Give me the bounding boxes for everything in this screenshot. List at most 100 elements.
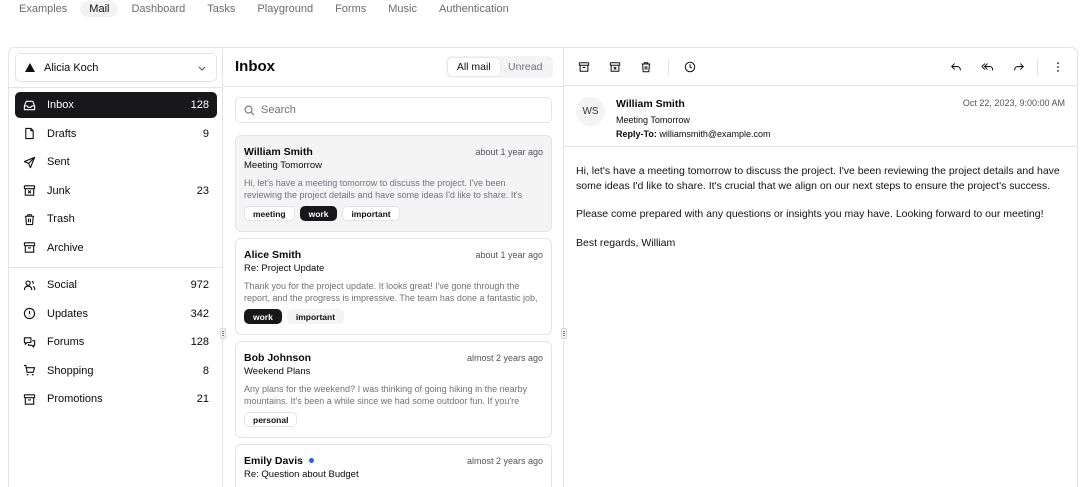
sidebar-item-count: 21 bbox=[196, 393, 209, 406]
sidebar-item-label: Shopping bbox=[47, 364, 94, 377]
toolbar-divider bbox=[1037, 58, 1038, 76]
mail-header: WS William Smith Meeting Tomorrow Reply-… bbox=[564, 86, 1077, 147]
sidebar-item-social[interactable]: Social 972 bbox=[15, 272, 217, 298]
sidebar-item-label: Forums bbox=[47, 336, 85, 349]
divider bbox=[9, 267, 223, 268]
search-input[interactable] bbox=[261, 104, 531, 116]
sidebar-item-forums[interactable]: Forums 128 bbox=[15, 329, 217, 355]
sidebar-item-label: Inbox bbox=[47, 99, 74, 111]
mail-paragraph: Hi, let's have a meeting tomorrow to dis… bbox=[576, 165, 1060, 192]
send-icon bbox=[23, 156, 36, 169]
sidebar-item-archive[interactable]: Archive bbox=[15, 235, 217, 261]
mail-list-item[interactable]: Emily Davis almost 2 years ago Re: Quest… bbox=[235, 444, 552, 487]
sidebar-item-count: 128 bbox=[190, 336, 209, 349]
mail-list-item[interactable]: William Smith about 1 year ago Meeting T… bbox=[235, 135, 552, 232]
mail-display: WS William Smith Meeting Tomorrow Reply-… bbox=[564, 48, 1077, 487]
sidebar-item-count: 23 bbox=[196, 184, 209, 197]
forward-button[interactable] bbox=[1011, 59, 1027, 75]
more-options-button[interactable] bbox=[1050, 59, 1066, 75]
label-badge: work bbox=[299, 206, 338, 221]
nav-tasks[interactable]: Tasks bbox=[198, 1, 244, 17]
snooze-button[interactable] bbox=[682, 59, 698, 75]
sidebar-item-count: 128 bbox=[190, 99, 209, 111]
sidebar-item-shopping[interactable]: Shopping 8 bbox=[15, 358, 217, 384]
mail-sender: Emily Davis bbox=[244, 454, 303, 467]
mail-subject: Re: Question about Budget bbox=[244, 469, 359, 480]
nav-music[interactable]: Music bbox=[379, 1, 426, 17]
reply-to: Reply-To: williamsmith@example.com bbox=[616, 129, 771, 139]
mail-labels: meeting work important bbox=[244, 206, 543, 222]
nav-examples[interactable]: Examples bbox=[10, 1, 76, 17]
mail-date: about 1 year ago bbox=[475, 249, 543, 260]
mail-list-item[interactable]: Alice Smith about 1 year ago Re: Project… bbox=[235, 238, 552, 335]
sidebar-item-label: Updates bbox=[47, 307, 88, 320]
mail-date: Oct 22, 2023, 9:00:00 AM bbox=[962, 98, 1065, 108]
mail-sender: Bob Johnson bbox=[244, 351, 312, 364]
mail-body: Hi, let's have a meeting tomorrow to dis… bbox=[576, 164, 1066, 264]
sidebar-item-drafts[interactable]: Drafts 9 bbox=[15, 121, 217, 147]
mail-date: almost 2 years ago bbox=[466, 455, 543, 466]
mail-paragraph: Please come prepared with any questions … bbox=[576, 208, 1044, 220]
reply-all-icon bbox=[980, 63, 993, 71]
sidebar-item-inbox[interactable]: Inbox 128 bbox=[15, 92, 217, 118]
archive-button[interactable] bbox=[576, 59, 592, 75]
mail-sender: Alice Smith bbox=[244, 248, 302, 261]
account-name: Alicia Koch bbox=[44, 61, 99, 74]
tab-unread[interactable]: Unread bbox=[500, 58, 552, 76]
more-vertical-icon bbox=[1057, 62, 1059, 72]
chevron-down-icon bbox=[198, 66, 206, 71]
sidebar-item-updates[interactable]: Updates 342 bbox=[15, 301, 217, 327]
move-to-junk-button[interactable] bbox=[607, 59, 623, 75]
sidebar-item-promotions[interactable]: Promotions 21 bbox=[15, 386, 217, 412]
nav-playground[interactable]: Playground bbox=[248, 1, 322, 17]
mail-subject: Meeting Tomorrow bbox=[616, 115, 690, 125]
reply-icon bbox=[951, 63, 961, 71]
mail-labels: work important bbox=[244, 309, 543, 325]
sidebar-item-junk[interactable]: Junk 23 bbox=[15, 178, 217, 204]
label-badge: work bbox=[244, 309, 282, 324]
sidebar-item-label: Social bbox=[47, 279, 77, 291]
sidebar-item-trash[interactable]: Trash bbox=[15, 206, 217, 232]
mail-list-panel: Inbox All mail Unread William Smith abou… bbox=[223, 48, 564, 487]
mail-subject: Meeting Tomorrow bbox=[244, 160, 322, 171]
nav-mail[interactable]: Mail bbox=[80, 1, 119, 17]
sidebar-item-label: Sent bbox=[47, 156, 70, 169]
sidebar-item-label: Junk bbox=[47, 184, 71, 197]
category-nav: Social 972 Updates 342 Forums 128 Shoppi… bbox=[15, 272, 217, 415]
alert-circle-icon bbox=[23, 307, 36, 320]
sidebar-item-label: Drafts bbox=[47, 127, 77, 140]
label-badge: meeting bbox=[244, 206, 295, 221]
account-switcher[interactable]: Alicia Koch bbox=[15, 53, 217, 82]
mail-paragraph: Best regards, William bbox=[576, 236, 676, 249]
inbox-icon bbox=[23, 99, 36, 112]
mail-preview: Any plans for the weekend? I was thinkin… bbox=[244, 384, 528, 406]
reply-to-address: williamsmith@example.com bbox=[659, 129, 771, 139]
mail-preview: Thank you for the project update. It loo… bbox=[244, 281, 538, 303]
label-badge: important bbox=[342, 206, 400, 221]
mail-subject: Re: Project Update bbox=[244, 263, 325, 274]
unread-dot-icon bbox=[308, 458, 314, 463]
mail-sender: William Smith bbox=[616, 98, 685, 110]
mail-app: Alicia Koch Inbox 128 Drafts 9 Sent Junk… bbox=[8, 47, 1078, 487]
reply-to-label: Reply-To: bbox=[616, 129, 657, 139]
mail-sender: William Smith bbox=[244, 145, 313, 158]
sidebar-item-count: 8 bbox=[202, 364, 209, 377]
sidebar-item-label: Trash bbox=[47, 213, 75, 226]
nav-authentication[interactable]: Authentication bbox=[430, 1, 518, 17]
tab-all-mail[interactable]: All mail bbox=[448, 58, 500, 76]
archive-x-icon bbox=[23, 184, 36, 197]
avatar: WS bbox=[576, 97, 605, 126]
nav-forms[interactable]: Forms bbox=[326, 1, 375, 17]
trash-icon bbox=[641, 62, 651, 73]
sidebar-item-count: 342 bbox=[190, 307, 209, 320]
archive-icon bbox=[23, 393, 36, 406]
file-icon bbox=[23, 127, 36, 140]
users-icon bbox=[23, 279, 36, 292]
sidebar-item-sent[interactable]: Sent bbox=[15, 149, 217, 175]
reply-all-button[interactable] bbox=[979, 59, 995, 75]
clock-icon bbox=[684, 61, 696, 73]
move-to-trash-button[interactable] bbox=[638, 59, 654, 75]
nav-dashboard[interactable]: Dashboard bbox=[122, 1, 194, 17]
reply-button[interactable] bbox=[948, 59, 964, 75]
mail-list-item[interactable]: Bob Johnson almost 2 years ago Weekend P… bbox=[235, 341, 552, 438]
